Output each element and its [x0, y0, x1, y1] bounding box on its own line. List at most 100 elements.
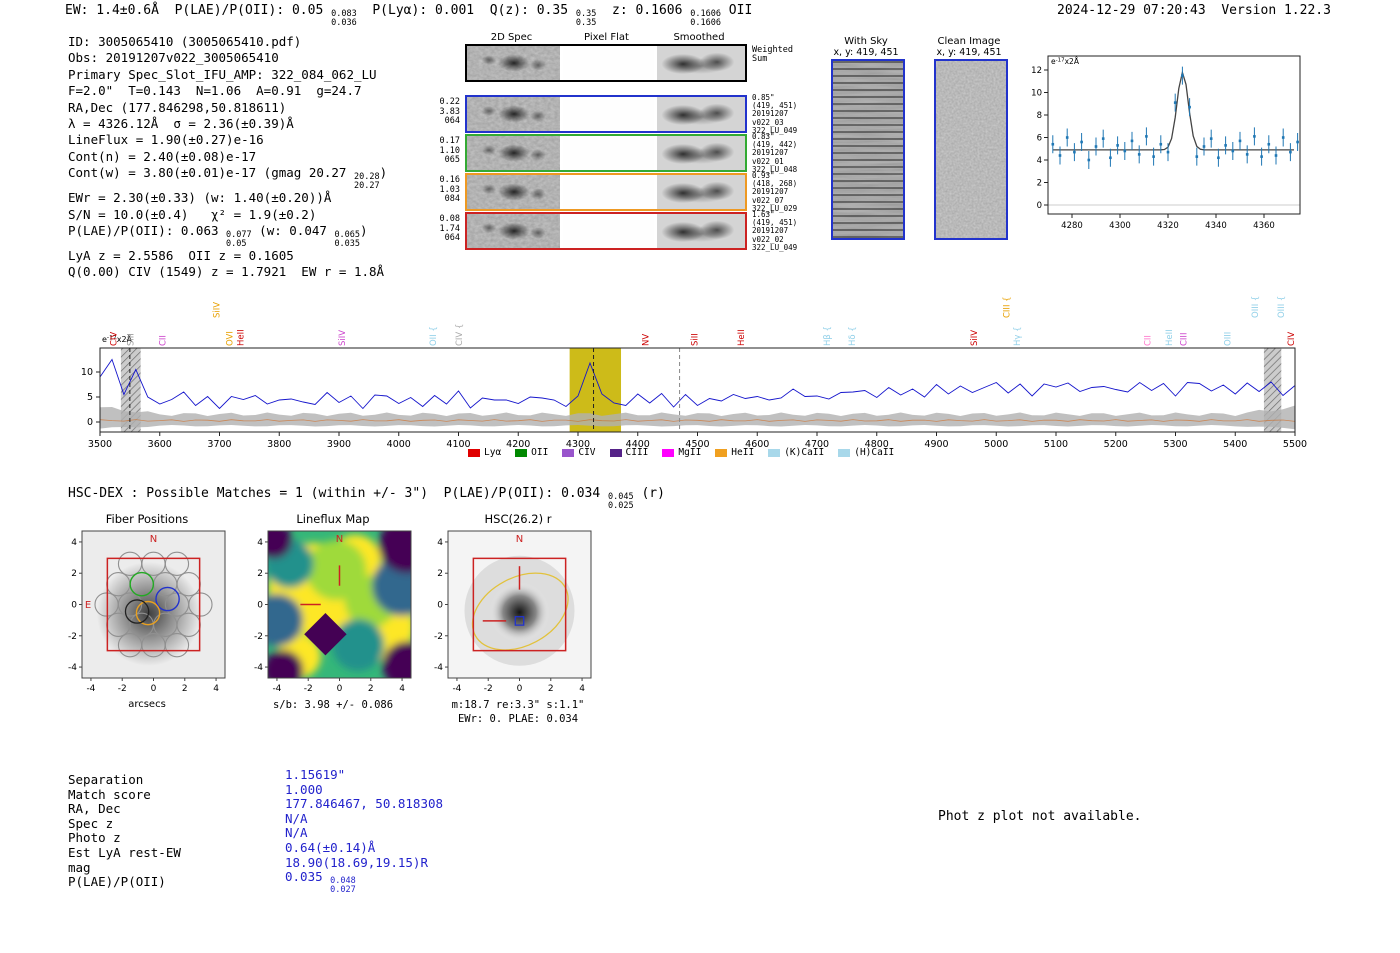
svg-text:2: 2: [548, 684, 554, 694]
match-row-label: Spec z: [68, 815, 114, 831]
summary-line: EW: 1.4±0.6Å P(LAE)/P(OII): 0.05 0.083 0.…: [65, 3, 753, 28]
info-line: LineFlux = 1.90(±0.27)e-16: [68, 132, 264, 148]
hsc-caption-1: m:18.7 re:3.3" s:1.1": [451, 699, 585, 711]
svg-text:4100: 4100: [446, 439, 470, 450]
fiber-positions-panel: N E -4 -4 -2 -2 0 0 2 2 4 4: [68, 530, 226, 694]
match-row-label: Est LyA rest-EW: [68, 845, 181, 860]
svg-text:3700: 3700: [207, 439, 231, 450]
match-row-label: Match score: [68, 786, 151, 802]
svg-text:e-17x2Å: e-17x2Å: [1051, 57, 1080, 66]
emission-line-label: OIII {: [1251, 296, 1261, 318]
legend-label: MgII: [678, 447, 702, 458]
emission-line-label: CIV {: [455, 324, 465, 346]
svg-text:0: 0: [257, 601, 263, 611]
spec2d-smoothed-image: [657, 46, 745, 80]
spec2d-col-header: Smoothed: [673, 32, 725, 43]
hsc-caption-2: EWr: 0. PLAE: 0.034: [457, 713, 579, 725]
svg-text:4360: 4360: [1253, 221, 1275, 231]
svg-text:2: 2: [437, 569, 443, 579]
legend-swatch: [715, 448, 728, 457]
info-line: P(LAE)/P(OII): 0.063 0.077 0.05 (w: 0.047…: [68, 223, 368, 249]
spec2d-col-header: Pixel Flat: [584, 32, 629, 43]
svg-text:4: 4: [437, 538, 443, 548]
hsc-cutout-title: HSC(26.2) r: [484, 512, 552, 526]
spec2d-2dspec-image: [467, 214, 560, 248]
match-row-value: 0.035 0.048 0.027: [285, 869, 356, 895]
spec2d-pixelflat-image: [563, 214, 654, 248]
svg-text:E: E: [85, 600, 91, 611]
svg-text:5400: 5400: [1223, 439, 1247, 450]
legend-label: CIII: [625, 447, 649, 458]
legend-swatch: [609, 448, 622, 457]
emission-line-label: CII: [1143, 335, 1153, 346]
match-row-value: 18.90(18.69,19.15)R: [285, 854, 428, 870]
spec2d-row-annotation: 0.93" (418, 268) 20191207 v022_07 322_LU…: [752, 171, 798, 213]
info-line: EWr = 2.30(±0.33) (w: 1.40(±0.20))Å: [68, 190, 332, 206]
legend-item: CIV: [562, 447, 596, 458]
match-row-label: mag: [68, 859, 91, 875]
lineflux-map-panel: N -4 -4 -2 -2 0 0 2 2 4 4: [254, 530, 412, 694]
info-line: Cont(w) = 3.80(±0.01)e-17 (gmag 20.27 20…: [68, 165, 388, 191]
svg-text:0: 0: [71, 601, 77, 611]
with-sky-image: [831, 59, 905, 240]
spec2d-weighted-sum-label: Weighted Sum: [752, 45, 793, 64]
legend-item: (K)CaII: [768, 447, 824, 458]
with-sky-title: With Sky: [844, 36, 888, 47]
svg-text:-4: -4: [86, 684, 95, 694]
info-line: ID: 3005065410 (3005065410.pdf): [68, 34, 302, 49]
legend-swatch: [468, 448, 480, 457]
emission-line-label: SiII: [126, 333, 136, 346]
svg-text:10: 10: [81, 367, 93, 378]
line-fit-zoom-plot: 4280 4300 4320 4340 4360 0 2 4 6 8 10 12 e-17x2Å: [1031, 55, 1301, 231]
legend-item: HeII: [715, 447, 754, 458]
legend-label: (H)CaII: [854, 447, 895, 458]
svg-text:4000: 4000: [387, 439, 411, 450]
detection-info-block: ID: 3005065410 (3005065410.pdf) Obs: 2019…: [68, 34, 387, 281]
emission-line-label: SiIV: [338, 330, 348, 346]
spec2d-row-strip: [465, 134, 747, 172]
svg-text:4: 4: [1037, 156, 1042, 166]
emission-line-label: SiIV: [213, 302, 223, 318]
info-line: λ = 4326.12Å σ = 2.36(±0.39)Å: [68, 116, 294, 132]
svg-text:3600: 3600: [148, 439, 172, 450]
value-uncertainty-stack: 0.065 0.035: [334, 230, 361, 249]
svg-text:0: 0: [337, 684, 343, 694]
spec2d-row-strip: [465, 44, 747, 82]
legend-item: CIII: [609, 447, 649, 458]
emission-line-label: OIII: [1223, 332, 1233, 346]
spec2d-pixelflat-image: [563, 175, 654, 209]
spec2d-row-strip: [465, 173, 747, 211]
svg-text:N: N: [516, 534, 523, 545]
spec2d-2dspec-image: [467, 136, 560, 170]
svg-text:0: 0: [151, 684, 157, 694]
emission-line-label: SiII: [691, 333, 701, 346]
legend-label: CIV: [578, 447, 596, 458]
svg-text:2: 2: [71, 569, 77, 579]
match-row-value: N/A: [285, 810, 308, 826]
emission-line-label: Hγ {: [1013, 326, 1023, 346]
svg-text:-2: -2: [434, 632, 443, 642]
value-uncertainty-stack: 0.1606 0.1606: [690, 9, 721, 28]
svg-text:2: 2: [368, 684, 374, 694]
svg-text:5100: 5100: [1044, 439, 1068, 450]
value-uncertainty-stack: 0.045 0.025: [608, 492, 634, 511]
legend-swatch: [515, 448, 528, 457]
legend-swatch: [768, 448, 781, 457]
svg-text:12: 12: [1031, 66, 1042, 76]
svg-text:10: 10: [1031, 89, 1042, 99]
legend-swatch: [562, 448, 575, 457]
spec2d-row-weights: 0.22 3.83 064: [439, 97, 460, 126]
info-line: RA,Dec (177.846298,50.818611): [68, 99, 287, 115]
info-line: S/N = 10.0(±0.4) χ² = 1.9(±0.2): [68, 206, 317, 222]
svg-text:4320: 4320: [1157, 221, 1179, 231]
match-row-label: Photo z: [68, 830, 121, 846]
emission-line-label: CIII: [1179, 333, 1189, 346]
emission-line-label: HeII: [1165, 329, 1175, 346]
match-row-value: N/A: [285, 825, 308, 841]
spec2d-2dspec-image: [467, 97, 560, 131]
svg-text:2: 2: [1037, 179, 1042, 189]
emission-line-label: OVI: [226, 331, 236, 346]
info-line: Obs: 20191207v022_3005065410: [68, 50, 279, 66]
with-sky-coords: x, y: 419, 451: [833, 47, 899, 58]
match-row-label: Separation: [68, 772, 144, 787]
